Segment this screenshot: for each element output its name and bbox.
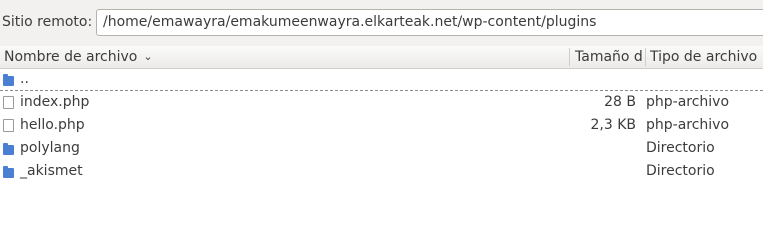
remote-path-input[interactable]: /home/emawayra/emakumeenwayra.elkarteak.… <box>96 9 763 36</box>
column-divider[interactable] <box>569 48 570 66</box>
folder-icon <box>3 166 14 178</box>
column-size-header[interactable]: Tamaño de <box>575 46 643 68</box>
chevron-down-icon: ⌄ <box>143 50 153 63</box>
column-size-label: Tamaño de <box>575 49 643 65</box>
file-type: php-archivo <box>646 117 730 133</box>
file-name: _akismet <box>20 163 83 179</box>
file-icon <box>3 119 14 132</box>
file-type: php-archivo <box>646 94 730 110</box>
file-name: index.php <box>20 94 90 110</box>
file-row-parent[interactable]: .. <box>0 68 763 91</box>
file-name: hello.php <box>20 117 85 133</box>
file-size: 2,3 KB <box>590 117 637 133</box>
file-name: polylang <box>20 140 80 156</box>
file-row-hello-php[interactable]: hello.php 2,3 KB php-archivo <box>0 114 763 137</box>
folder-icon <box>3 74 14 86</box>
remote-site-label: Sitio remoto: <box>2 14 93 30</box>
column-divider[interactable] <box>645 48 646 66</box>
column-name-header[interactable]: Nombre de archivo ⌄ <box>4 46 564 68</box>
file-list-header: Nombre de archivo ⌄ Tamaño de Tipo de arc… <box>0 46 763 69</box>
file-row-polylang[interactable]: polylang Directorio <box>0 137 763 160</box>
file-size: 28 B <box>604 94 636 110</box>
folder-icon <box>3 143 14 155</box>
file-row-akismet[interactable]: _akismet Directorio <box>0 160 763 183</box>
file-row-index-php[interactable]: index.php 28 B php-archivo <box>0 91 763 114</box>
file-name: .. <box>20 71 29 87</box>
column-name-label: Nombre de archivo <box>4 49 138 65</box>
file-icon <box>3 96 14 109</box>
file-type: Directorio <box>646 140 715 156</box>
remote-site-bar: Sitio remoto: /home/emawayra/emakumeenwa… <box>0 0 763 47</box>
column-type-header[interactable]: Tipo de archivo <box>650 46 763 68</box>
column-type-label: Tipo de archivo <box>650 49 758 65</box>
file-type: Directorio <box>646 163 715 179</box>
